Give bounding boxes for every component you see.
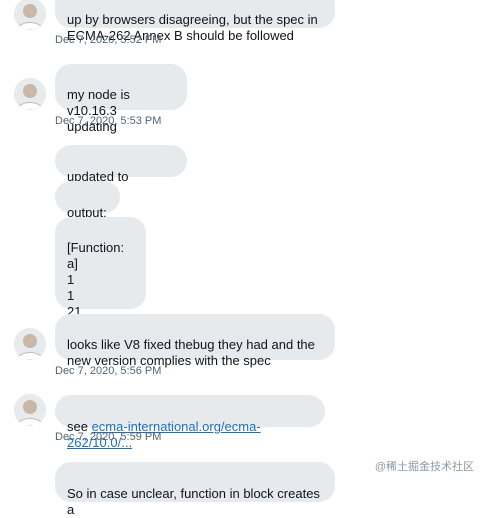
message-text: looks like V8 fixed thebug they had and …	[67, 337, 315, 368]
message-timestamp: Dec 7, 2020, 5:56 PM	[55, 365, 162, 377]
user-avatar-icon	[14, 0, 46, 30]
message-bubble[interactable]: looks like V8 fixed thebug they had and …	[55, 314, 335, 368]
message-text: So in case unclear, function in block cr…	[67, 486, 320, 517]
message-timestamp: Dec 7, 2020, 5:59 PM	[55, 431, 162, 443]
message-bubble[interactable]: up by browsers disagreeing, but the spec…	[55, 0, 335, 43]
message-timestamp: Dec 7, 2020, 5:53 PM	[55, 115, 162, 127]
message-timestamp: Dec 7, 2020, 5:52 PM	[55, 34, 162, 46]
message-bubble[interactable]: output:	[55, 181, 120, 220]
user-avatar-icon	[14, 394, 46, 426]
user-avatar[interactable]	[14, 328, 46, 360]
watermark: @稀土掘金技术社区	[374, 461, 474, 473]
user-avatar[interactable]	[14, 78, 46, 110]
message-bubble[interactable]: [Function: a] 1 1 21 1	[55, 217, 146, 335]
message-bubble[interactable]: my node is v10.16.3 updating	[55, 64, 187, 134]
user-avatar-icon	[14, 328, 46, 360]
message-bubble[interactable]: updated to v14.15.1	[55, 145, 187, 200]
user-avatar[interactable]	[14, 0, 46, 30]
message-bubble[interactable]: see ecma-international.org/ecma-262/10.0…	[55, 395, 325, 450]
user-avatar-icon	[14, 78, 46, 110]
user-avatar[interactable]	[14, 394, 46, 426]
message-bubble[interactable]: So in case unclear, function in block cr…	[55, 462, 335, 517]
